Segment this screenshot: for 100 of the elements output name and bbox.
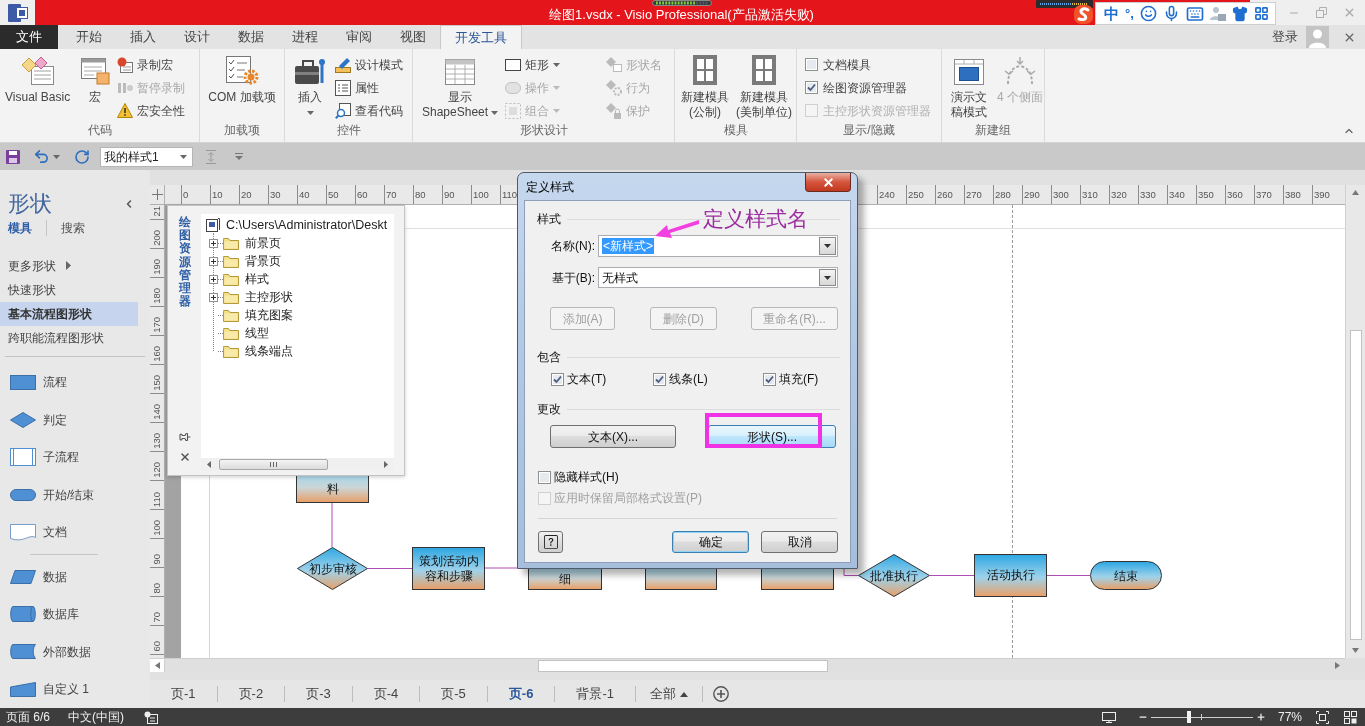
caret-icon[interactable] [824, 275, 831, 280]
document-shape-icon[interactable] [10, 523, 36, 541]
ribbon-tab[interactable]: 插入 [116, 25, 170, 49]
cylinder-shape-icon[interactable] [10, 606, 36, 623]
customize-icon[interactable] [235, 153, 243, 160]
fit-page-icon[interactable] [1316, 710, 1329, 724]
ribbon-button[interactable]: 新建模具 (公制) [678, 49, 732, 120]
shirt-icon[interactable] [1231, 5, 1248, 22]
checkbox[interactable] [763, 372, 776, 386]
smiley-icon[interactable] [1139, 5, 1157, 22]
stencil-item[interactable]: 更多形状 [0, 253, 138, 278]
ribbon-button[interactable]: 显示 ShapeSheet [419, 49, 502, 120]
ribbon-button[interactable]: 新建模具 (美制单位) [733, 49, 795, 120]
tree-item[interactable]: 填充图案 [245, 306, 293, 324]
zoom-in-icon[interactable] [1255, 712, 1266, 722]
slanted-shape-icon[interactable] [10, 681, 36, 697]
shape-label[interactable]: 自定义 1 [43, 680, 89, 699]
tree-root[interactable]: C:\Users\Administrator\Deskt [226, 215, 388, 235]
panel-tab[interactable]: 模具 [8, 219, 32, 238]
shape-label[interactable]: 数据 [43, 567, 67, 586]
checkbox-label[interactable]: 填充(F) [779, 370, 819, 388]
ribbon-button[interactable]: 录制宏 [117, 53, 186, 76]
page-tab[interactable]: 页-1 [150, 686, 218, 702]
macro-record-icon[interactable] [144, 710, 158, 724]
app-icon[interactable] [7, 3, 28, 22]
pin-icon[interactable] [178, 431, 191, 443]
punctuation-toggle[interactable]: °, [1125, 7, 1134, 20]
add-page-icon[interactable] [712, 686, 729, 702]
expand-icon[interactable] [209, 292, 218, 302]
close-icon[interactable] [178, 451, 191, 463]
ribbon-button[interactable]: 查看代码 [335, 99, 403, 122]
dialog-button[interactable]: 文本(X)... [550, 425, 676, 448]
checkbox-label[interactable]: 隐藏样式(H) [554, 468, 619, 486]
dialog-button[interactable]: 取消 [761, 531, 838, 553]
checkbox-label[interactable]: 线条(L) [669, 370, 708, 388]
ribbon-button[interactable]: 插入 [291, 49, 329, 115]
ribbon-button[interactable]: 矩形 [505, 53, 603, 76]
style-combo[interactable]: 我的样式1 [100, 146, 193, 167]
panel-tab[interactable]: 搜索 [61, 219, 85, 238]
help-icon[interactable] [543, 535, 558, 549]
scroll-down-icon[interactable] [1352, 648, 1359, 653]
language-indicator[interactable]: 中文(中国) [68, 708, 124, 726]
stencil-item[interactable]: 跨职能流程图形状 [0, 325, 138, 350]
close-button[interactable] [805, 173, 851, 192]
checkbox[interactable] [551, 372, 564, 386]
stored-data-shape-icon[interactable] [10, 644, 36, 660]
dropdown-button[interactable] [819, 269, 836, 286]
dropdown-button[interactable] [819, 237, 836, 255]
scroll-up-icon[interactable] [1352, 190, 1359, 195]
submenu-arrow-icon[interactable] [66, 261, 71, 270]
ribbon-button[interactable]: 设计模式 [335, 53, 403, 76]
slider-thumb[interactable] [1186, 711, 1191, 723]
switch-windows-icon[interactable] [1344, 710, 1357, 724]
shape-label[interactable]: 外部数据 [43, 642, 91, 661]
ribbon-tab[interactable]: 开发工具 [440, 25, 522, 49]
shape-label[interactable]: 文档 [43, 523, 67, 542]
shape-label[interactable]: 子流程 [43, 448, 79, 467]
pill-shape-icon[interactable] [10, 488, 36, 501]
ribbon-button[interactable]: Visual Basic [2, 49, 74, 105]
ribbon-button[interactable]: 宏 [77, 49, 114, 105]
checkbox[interactable] [805, 81, 818, 94]
page-tab[interactable]: 背景-1 [555, 686, 636, 702]
file-tab[interactable]: 文件 [0, 25, 58, 49]
keyboard-icon[interactable] [1185, 4, 1204, 23]
ribbon-tab[interactable]: 开始 [62, 25, 116, 49]
tree-item[interactable]: 样式 [245, 270, 269, 288]
ribbon-button[interactable]: 属性 [335, 76, 403, 99]
tree-item[interactable]: 主控形状 [245, 288, 293, 306]
scrollbar-thumb[interactable] [219, 459, 328, 470]
caret-icon[interactable] [553, 62, 561, 67]
grid-icon[interactable] [1253, 6, 1269, 21]
checkbox[interactable] [805, 58, 818, 71]
stencil-item[interactable]: 基本流程图形状 [0, 301, 138, 326]
scroll-left-icon[interactable] [154, 662, 160, 669]
based-on-combo[interactable]: 无样式 [598, 267, 838, 288]
page-tab[interactable]: 页-5 [420, 686, 488, 702]
ribbon-button[interactable]: COM 加载项 [205, 49, 279, 105]
tree-item[interactable]: 前景页 [245, 234, 281, 252]
ribbon-button[interactable]: 演示文 稿模式 [948, 49, 990, 120]
checkbox-label[interactable]: 绘图资源管理器 [823, 78, 907, 97]
tree-item[interactable]: 背景页 [245, 252, 281, 270]
zoom-slider[interactable] [1150, 711, 1253, 723]
ribbon-tab[interactable]: 设计 [170, 25, 224, 49]
scrollbar-thumb[interactable] [538, 659, 828, 672]
scroll-right-icon[interactable] [1335, 662, 1340, 669]
combo-value[interactable]: 无样式 [602, 268, 638, 287]
subprocess-shape-icon[interactable] [10, 448, 36, 467]
ribbon-tab[interactable]: 数据 [224, 25, 278, 49]
checkbox[interactable] [653, 372, 666, 386]
checkbox-label[interactable]: 文本(T) [567, 370, 607, 388]
page-tab[interactable]: 页-4 [352, 686, 421, 702]
undo-icon[interactable] [33, 148, 50, 165]
close-icon[interactable] [821, 175, 835, 189]
page-tab[interactable]: 页-2 [217, 686, 286, 702]
expand-icon[interactable] [209, 274, 218, 284]
ribbon-tab[interactable]: 进程 [278, 25, 332, 49]
scroll-right-icon[interactable] [384, 461, 388, 468]
sign-in-link[interactable]: 登录 [1272, 27, 1298, 47]
tree-item[interactable]: 线条端点 [245, 342, 293, 360]
caret-icon[interactable] [824, 244, 831, 248]
